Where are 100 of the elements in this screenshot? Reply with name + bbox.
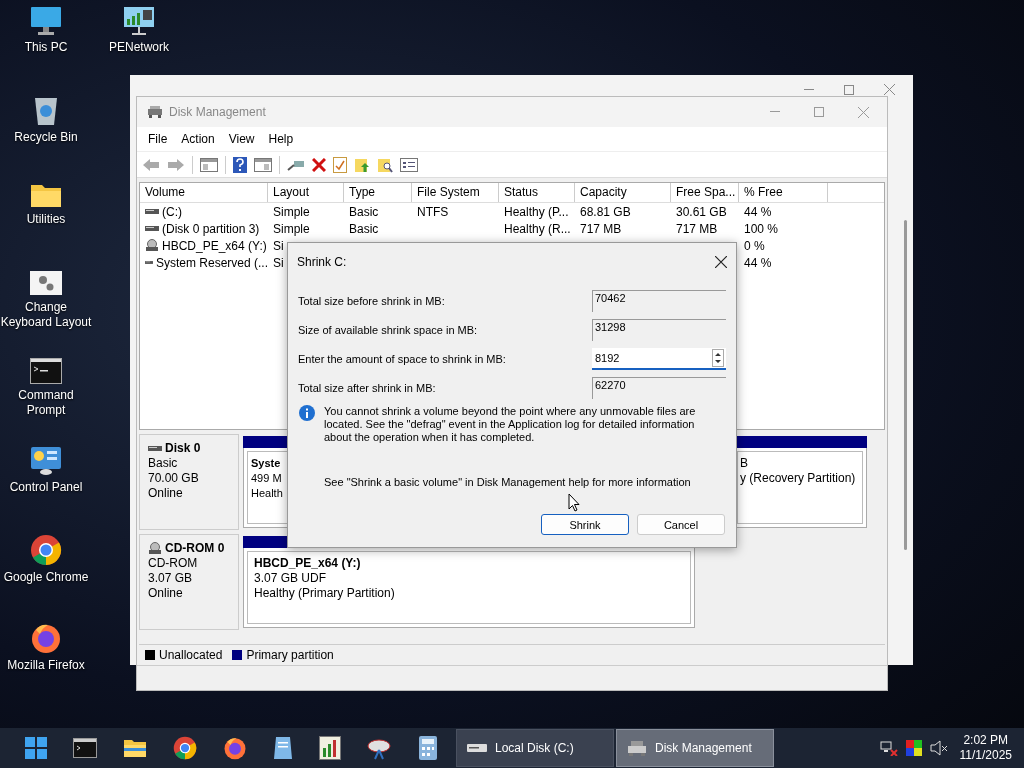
disk-detail: Basic (148, 456, 179, 471)
drive-icon (145, 226, 159, 231)
partition-detail: y (Recovery Partition) (740, 471, 856, 486)
info-icon (299, 405, 315, 421)
field-label: Total size before shrink in MB: (298, 295, 445, 307)
partition-detail: Healthy (Primary Partition) (254, 586, 396, 601)
column-header[interactable]: % Free (739, 183, 828, 202)
table-cell: 30.61 GB (676, 203, 727, 220)
close-icon[interactable] (715, 256, 727, 268)
partition-detail: 499 M (251, 471, 283, 486)
chrome-icon (30, 534, 62, 566)
folder-search-icon[interactable] (377, 156, 393, 173)
maximize-icon[interactable] (814, 107, 824, 117)
desktop-shortcut[interactable]: Utilities (0, 182, 92, 270)
disk-detail: 70.00 GB (148, 471, 200, 486)
spin-field[interactable]: 8192 (592, 348, 726, 370)
mouse-cursor-icon (568, 493, 580, 512)
column-header[interactable]: Capacity (575, 183, 671, 202)
partition-detail: B (740, 456, 749, 471)
partition-block[interactable]: B y (Recovery Partition) (737, 451, 863, 524)
field-label: Total size after shrink in MB: (298, 382, 436, 394)
notepad-icon[interactable] (273, 736, 293, 760)
dialog-button[interactable]: Cancel (637, 514, 725, 535)
calculator-icon[interactable] (419, 736, 437, 760)
delete-icon[interactable] (312, 157, 326, 172)
field-label: Enter the amount of space to shrink in MB: (298, 353, 506, 365)
disk-name: Disk 0 (165, 441, 201, 456)
folder-icon[interactable] (123, 738, 147, 758)
table-cell: 44 % (744, 203, 772, 220)
minimize-icon[interactable] (804, 88, 814, 91)
column-header[interactable]: Layout (268, 183, 344, 202)
menu-item[interactable]: Action (174, 130, 222, 148)
menu-item[interactable]: Help (261, 130, 301, 148)
scrollbar[interactable] (904, 220, 907, 550)
partition-title: HBCD_PE_x64 (Y:) (254, 556, 362, 571)
desktop-shortcut[interactable]: Recycle Bin (0, 94, 92, 182)
spin-arrows-icon[interactable] (712, 349, 724, 367)
console-tree-icon[interactable] (200, 157, 218, 172)
field-label: Size of available shrink space in MB: (298, 324, 478, 336)
legend-label: Unallocated (159, 648, 223, 662)
desktop-shortcut[interactable]: Google Chrome (0, 534, 92, 622)
volume-muted-icon[interactable] (929, 740, 948, 756)
table-cell: 100 % (744, 220, 779, 237)
control-panel-icon (30, 446, 62, 476)
desktop-shortcut[interactable]: Command Prompt (0, 358, 92, 446)
table-cell: 717 MB (580, 220, 622, 237)
firefox-icon[interactable] (223, 736, 247, 760)
table-cell: Healthy (P... (504, 203, 569, 220)
help-icon[interactable] (233, 156, 247, 173)
maximize-icon[interactable] (844, 84, 854, 95)
table-cell: 0 % (744, 237, 765, 254)
table-cell: Si (273, 254, 284, 271)
column-header[interactable]: Free Spa... (671, 183, 739, 202)
taskbar-window-button[interactable]: Disk Management (616, 729, 774, 767)
menu-item[interactable]: View (221, 130, 262, 148)
column-header[interactable]: File System (412, 183, 499, 202)
partition-block[interactable]: Syste 499 M Health (247, 451, 290, 524)
clock-time[interactable]: 2:02 PM (963, 733, 1009, 748)
dialog-button[interactable]: Shrink (541, 514, 629, 535)
desktop-shortcut[interactable]: Mozilla Firefox (0, 622, 92, 710)
clock-date[interactable]: 11/1/2025 (959, 748, 1012, 763)
network-disconnected-icon[interactable] (879, 740, 898, 756)
table-cell: Simple (273, 220, 310, 237)
table-cell: 68.81 GB (580, 203, 631, 220)
desktop-shortcut[interactable]: Change Keyboard Layout (0, 270, 92, 358)
column-header[interactable]: Status (499, 183, 575, 202)
start-icon[interactable] (25, 737, 47, 759)
table-cell: Basic (349, 220, 379, 237)
disk-detail: 3.07 GB (148, 571, 194, 586)
partition-detail: Health (251, 486, 283, 501)
table-cell: Healthy (R... (504, 220, 571, 237)
help-note: See "Shrink a basic volume" in Disk Management help for more information (324, 476, 692, 488)
folder-up-icon[interactable] (354, 156, 370, 173)
menu-item[interactable]: File (141, 130, 175, 148)
column-header[interactable]: Volume (140, 183, 268, 202)
chrome-icon[interactable] (173, 736, 197, 760)
cd-drive-icon (148, 542, 162, 555)
drive-icon (467, 744, 487, 752)
desktop-shortcut[interactable]: This PC (0, 6, 92, 94)
legend-label: Primary partition (246, 648, 334, 662)
minimize-icon[interactable] (770, 111, 780, 113)
properties-icon[interactable] (400, 157, 418, 172)
partition-block[interactable]: HBCD_PE_x64 (Y:) 3.07 GB UDF Healthy (Primary Partition) (247, 551, 691, 624)
desktop-shortcut[interactable]: Control Panel (0, 446, 92, 534)
partition-title: Syste (251, 456, 282, 471)
desktop-shortcut[interactable]: PENetwork (100, 6, 178, 70)
readonly-field: 70462 (592, 290, 726, 312)
table-cell: HBCD_PE_x64 (Y:) (162, 237, 267, 254)
satellite-dish-icon[interactable] (367, 736, 393, 760)
checklist-icon[interactable] (333, 156, 347, 173)
color-palette-icon[interactable] (905, 740, 922, 756)
column-header[interactable]: Type (344, 183, 412, 202)
chart-icon[interactable] (319, 736, 341, 760)
terminal-icon[interactable] (73, 738, 97, 758)
disk-drive-icon (627, 740, 647, 756)
table-cell: Simple (273, 203, 310, 220)
drive-icon (145, 260, 153, 265)
terminal-icon (30, 358, 62, 384)
taskbar-window-button[interactable]: Local Disk (C:) (456, 729, 614, 767)
panel-icon[interactable] (254, 157, 272, 172)
